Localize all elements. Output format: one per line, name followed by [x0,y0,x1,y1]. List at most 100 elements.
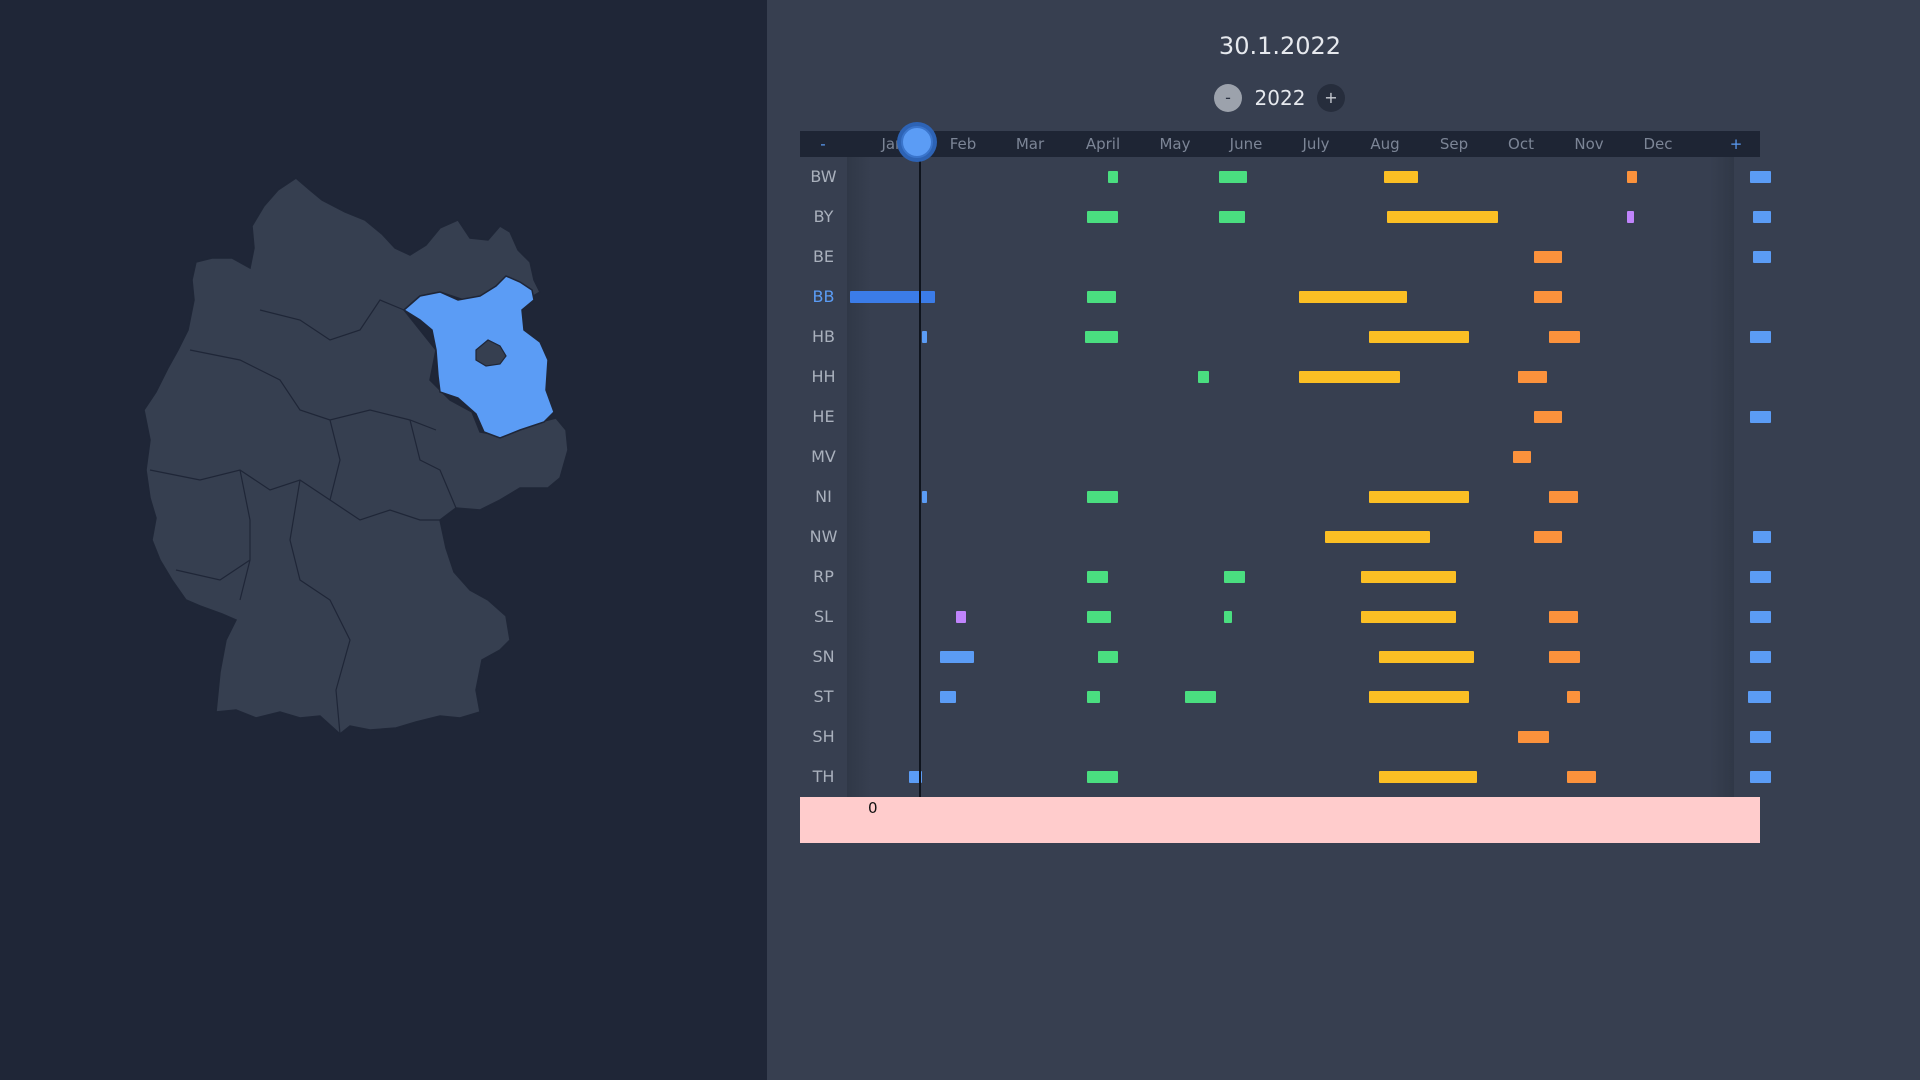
holiday-bar[interactable] [1567,691,1581,703]
holiday-bar[interactable] [1378,651,1475,663]
holiday-bar[interactable] [940,691,956,703]
state-label[interactable]: HB [800,317,847,357]
holiday-bar[interactable] [1750,731,1772,743]
holiday-bar[interactable] [1626,211,1635,223]
state-label[interactable]: BE [800,237,847,277]
holiday-bar[interactable] [1750,571,1772,583]
month-label: June [1229,135,1263,153]
holiday-bar[interactable] [1750,651,1772,663]
month-label: Sep [1439,135,1469,153]
holiday-bar[interactable] [922,491,928,503]
holiday-bar[interactable] [1324,531,1431,543]
state-row: HE [800,397,1772,437]
state-row: MV [800,437,1760,477]
date-cursor-handle[interactable] [901,126,933,158]
state-label[interactable]: SL [800,597,847,637]
holiday-bar[interactable] [1549,611,1578,623]
holiday-bar[interactable] [1753,211,1772,223]
holiday-bar[interactable] [1218,171,1248,183]
holiday-bar[interactable] [1087,691,1101,703]
state-row: HB [800,317,1772,357]
state-label[interactable]: NW [800,517,847,557]
state-label[interactable]: TH [800,757,847,797]
holiday-bar[interactable] [1533,531,1563,543]
holiday-bar[interactable] [1533,251,1563,263]
holiday-bar[interactable] [1549,491,1578,503]
month-label: Feb [949,135,977,153]
holiday-bar[interactable] [1185,691,1217,703]
holiday-bar[interactable] [1750,771,1772,783]
holiday-bar[interactable] [1378,771,1477,783]
holiday-bar[interactable] [1360,611,1457,623]
state-label[interactable]: MV [800,437,847,477]
holiday-bar[interactable] [1750,611,1772,623]
state-row: TH [800,757,1772,797]
state-label[interactable]: ST [800,677,847,717]
holiday-bar[interactable] [1750,331,1772,343]
holiday-bar[interactable] [850,291,936,303]
state-row: BB [800,277,1760,317]
state-label[interactable]: BW [800,157,847,197]
year-next-button[interactable]: + [1317,84,1345,112]
holiday-bar[interactable] [1084,331,1119,343]
state-row: BY [800,197,1772,237]
state-label[interactable]: BB [800,277,847,317]
holiday-bar[interactable] [1224,611,1232,623]
holiday-bar[interactable] [1626,171,1637,183]
state-label[interactable]: HH [800,357,847,397]
holiday-bar[interactable] [1753,531,1772,543]
state-label[interactable]: NI [800,477,847,517]
holiday-bar[interactable] [1087,491,1119,503]
holiday-bar[interactable] [1198,371,1209,383]
holiday-bar[interactable] [1087,771,1119,783]
state-label[interactable]: SN [800,637,847,677]
holiday-bar[interactable] [1750,411,1772,423]
holiday-bar[interactable] [1108,171,1119,183]
germany-map[interactable] [0,0,767,1080]
count-value: 0 [868,799,878,817]
month-label: April [1085,135,1121,153]
holiday-bar[interactable] [922,331,928,343]
month-label: May [1159,135,1191,153]
holiday-bar[interactable] [1750,171,1772,183]
year-label: 2022 [1254,86,1306,110]
holiday-bar[interactable] [1087,611,1111,623]
holiday-bar[interactable] [1386,211,1498,223]
holiday-bar[interactable] [1087,291,1116,303]
state-label[interactable]: HE [800,397,847,437]
holiday-bar[interactable] [1549,651,1581,663]
current-date: 30.1.2022 [1218,32,1342,60]
month-label: Mar [1015,135,1045,153]
holiday-bar[interactable] [1518,731,1550,743]
holiday-bar[interactable] [1747,691,1772,703]
holiday-bar[interactable] [1298,291,1408,303]
holiday-bar[interactable] [1298,371,1400,383]
holiday-bar[interactable] [1384,171,1418,183]
holiday-bar[interactable] [1360,571,1457,583]
holiday-bar[interactable] [1513,451,1532,463]
state-label[interactable]: BY [800,197,847,237]
holiday-bar[interactable] [1549,331,1581,343]
year-previous-button[interactable]: - [1214,84,1242,112]
zoom-out-button[interactable]: - [811,131,835,157]
state-label[interactable]: SH [800,717,847,757]
holiday-bar[interactable] [1368,491,1470,503]
holiday-bar[interactable] [1368,331,1470,343]
holiday-bar[interactable] [1218,211,1245,223]
holiday-bar[interactable] [1567,771,1596,783]
holiday-bar[interactable] [955,611,967,623]
state-label[interactable]: RP [800,557,847,597]
holiday-bar[interactable] [940,651,974,663]
month-label: Nov [1574,135,1604,153]
holiday-bar[interactable] [1518,371,1547,383]
holiday-bar[interactable] [1097,651,1119,663]
holiday-bar[interactable] [1087,211,1119,223]
holiday-bar[interactable] [1533,411,1563,423]
holiday-bar[interactable] [1533,291,1563,303]
holiday-bar[interactable] [1753,251,1772,263]
holiday-bar[interactable] [1087,571,1108,583]
zoom-in-button[interactable]: + [1724,131,1748,157]
holiday-bar[interactable] [1224,571,1245,583]
holiday-bar[interactable] [1368,691,1470,703]
germany-outline[interactable] [143,177,569,735]
